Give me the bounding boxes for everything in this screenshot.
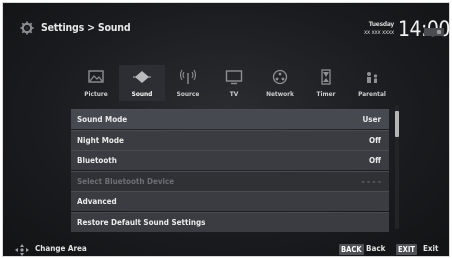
- back-key-badge[interactable]: BACK: [339, 244, 364, 255]
- timer-icon: [321, 69, 331, 85]
- exit-label: Exit: [423, 244, 439, 253]
- scrollbar-thumb[interactable]: [395, 111, 399, 137]
- menu-item-label: Night Mode: [77, 135, 124, 145]
- tab-parental[interactable]: Parental: [349, 65, 395, 101]
- change-area-hint: Change Area: [35, 244, 87, 253]
- date-display: Tuesday xx xxx xxxx: [348, 20, 394, 36]
- source-icon: [179, 69, 197, 84]
- menu-item-sound-mode[interactable]: Sound Mode User: [71, 109, 389, 129]
- weekday: Tuesday: [368, 20, 394, 28]
- tv-icon: [225, 70, 243, 85]
- footer-bar: Change Area BACK Back EXIT Exit: [3, 237, 449, 256]
- menu-item-label: Bluetooth: [77, 156, 117, 166]
- gear-icon: [20, 21, 34, 35]
- parental-icon: [367, 72, 378, 83]
- tab-label: TV: [229, 90, 239, 98]
- exit-key-badge[interactable]: EXIT: [396, 244, 417, 255]
- sound-icon: [133, 71, 151, 83]
- tab-tv[interactable]: TV: [211, 65, 257, 101]
- status-toggle: [424, 28, 444, 36]
- tv-settings-screen: Settings > Sound Tuesday xx xxx xxxx 14:…: [2, 2, 450, 257]
- menu-item-value: User: [362, 115, 381, 124]
- scrollbar[interactable]: [395, 105, 399, 229]
- tab-label: Source: [176, 90, 200, 98]
- tab-label: Timer: [316, 90, 336, 98]
- tab-label: Picture: [84, 90, 108, 98]
- menu-item-night-mode[interactable]: Night Mode Off: [71, 129, 389, 150]
- category-tabs: Picture Sound Source TV Network Timer Pa…: [73, 65, 388, 101]
- tab-label: Network: [266, 90, 294, 98]
- header: Settings > Sound Tuesday xx xxx xxxx 14:…: [3, 3, 449, 61]
- menu-item-select-bluetooth-device: Select Bluetooth Device - - - -: [71, 170, 389, 191]
- menu-item-label: Select Bluetooth Device: [77, 176, 175, 186]
- menu-item-value: Off: [369, 156, 381, 166]
- tab-source[interactable]: Source: [165, 65, 211, 101]
- menu-item-bluetooth[interactable]: Bluetooth Off: [71, 150, 389, 171]
- tab-sound[interactable]: Sound: [119, 65, 165, 101]
- menu-item-label: Restore Default Sound Settings: [77, 217, 206, 227]
- date: xx xxx xxxx: [364, 29, 394, 36]
- tab-timer[interactable]: Timer: [303, 65, 349, 101]
- tab-label: Sound: [131, 90, 153, 98]
- tab-picture[interactable]: Picture: [73, 65, 119, 101]
- breadcrumb: Settings > Sound: [41, 22, 131, 34]
- toggle-indicator: [437, 30, 441, 34]
- menu-item-restore-defaults[interactable]: Restore Default Sound Settings: [71, 211, 389, 232]
- menu-item-value: - - - -: [361, 176, 381, 186]
- menu-item-label: Sound Mode: [77, 115, 128, 124]
- directional-pad-icon: [15, 244, 29, 256]
- sound-menu-list: Sound Mode User Night Mode Off Bluetooth…: [71, 109, 389, 233]
- menu-item-value: Off: [369, 135, 381, 145]
- tab-label: Parental: [358, 90, 386, 98]
- menu-item-label: Advanced: [77, 197, 117, 207]
- menu-item-advanced[interactable]: Advanced: [71, 191, 389, 212]
- back-label: Back: [366, 244, 386, 253]
- tab-network[interactable]: Network: [257, 65, 303, 101]
- network-icon: [272, 69, 288, 85]
- picture-icon: [88, 70, 104, 83]
